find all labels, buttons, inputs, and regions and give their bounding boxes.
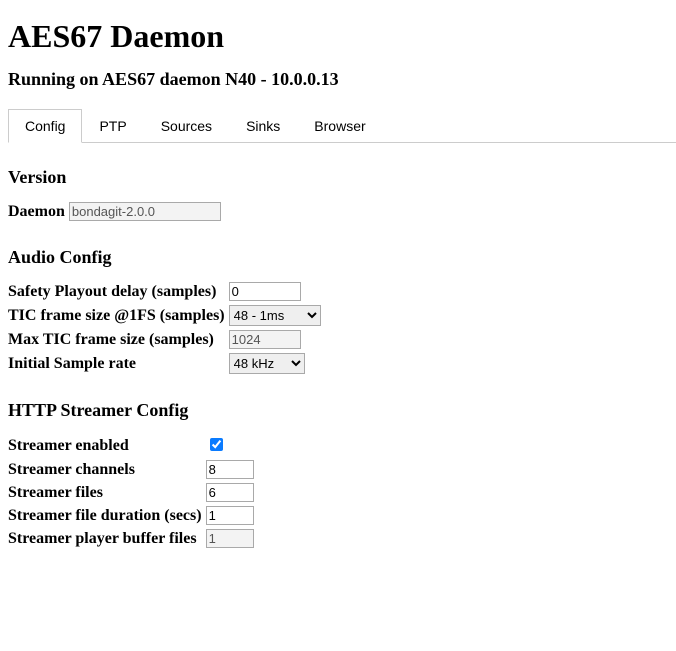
tic-frame-size-select[interactable]: 48 - 1ms — [229, 305, 321, 326]
page-subtitle: Running on AES67 daemon N40 - 10.0.0.13 — [8, 69, 676, 90]
http-form: Streamer enabled Streamer channels Strea… — [8, 433, 258, 550]
streamer-duration-input[interactable] — [206, 506, 254, 525]
streamer-channels-input[interactable] — [206, 460, 254, 479]
streamer-enabled-checkbox[interactable] — [210, 438, 223, 451]
tab-ptp[interactable]: PTP — [82, 109, 143, 143]
safety-label: Safety Playout delay (samples) — [8, 280, 229, 303]
streamer-buf-label: Streamer player buffer files — [8, 527, 206, 550]
tab-sources[interactable]: Sources — [144, 109, 229, 143]
streamer-dur-label: Streamer file duration (secs) — [8, 504, 206, 527]
daemon-version-field — [69, 202, 221, 221]
tab-sinks[interactable]: Sinks — [229, 109, 297, 143]
srate-label: Initial Sample rate — [8, 351, 229, 376]
section-audio-heading: Audio Config — [8, 247, 676, 268]
streamer-files-input[interactable] — [206, 483, 254, 502]
max-tic-input — [229, 330, 301, 349]
tab-config[interactable]: Config — [8, 109, 82, 143]
tab-bar: Config PTP Sources Sinks Browser — [8, 108, 676, 143]
streamer-files-label: Streamer files — [8, 481, 206, 504]
streamer-channels-label: Streamer channels — [8, 458, 206, 481]
version-form: Daemon — [8, 200, 225, 223]
audio-form: Safety Playout delay (samples) TIC frame… — [8, 280, 325, 376]
maxtic-label: Max TIC frame size (samples) — [8, 328, 229, 351]
sample-rate-select[interactable]: 48 kHz — [229, 353, 305, 374]
tab-browser[interactable]: Browser — [297, 109, 382, 143]
safety-delay-input[interactable] — [229, 282, 301, 301]
streamer-buffer-input — [206, 529, 254, 548]
streamer-enabled-label: Streamer enabled — [8, 433, 206, 458]
section-version-heading: Version — [8, 167, 676, 188]
daemon-label: Daemon — [8, 200, 69, 223]
tic1fs-label: TIC frame size @1FS (samples) — [8, 303, 229, 328]
section-http-heading: HTTP Streamer Config — [8, 400, 676, 421]
page-title: AES67 Daemon — [8, 18, 676, 55]
